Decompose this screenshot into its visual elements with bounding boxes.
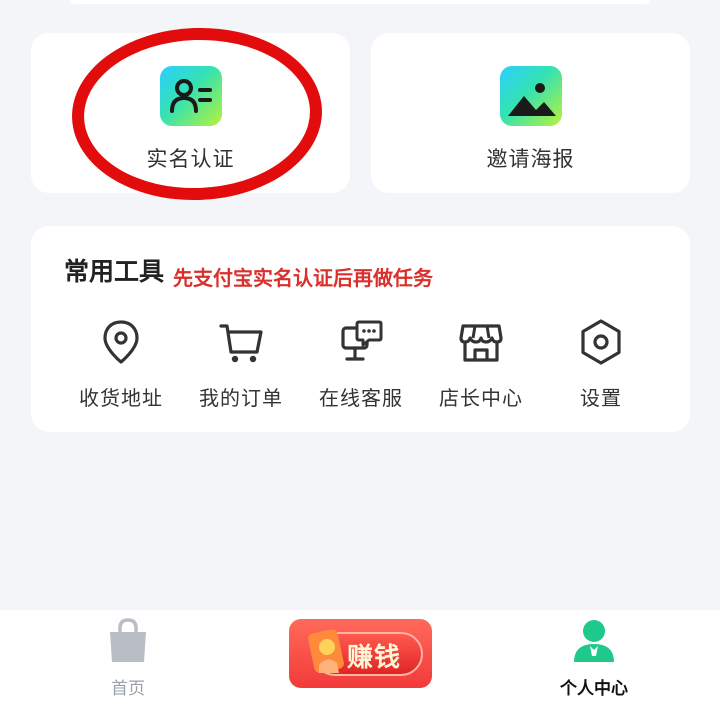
person-icon <box>574 620 614 662</box>
invite-poster-label: 邀请海报 <box>486 147 575 171</box>
earn-label: 赚钱 <box>347 643 402 673</box>
store-icon <box>459 324 503 362</box>
nav-personal-center[interactable]: 个人中心 <box>534 616 654 699</box>
top-card-edge <box>70 0 650 4</box>
invite-poster-card[interactable]: 邀请海报 <box>371 33 690 193</box>
tool-online-service[interactable]: 在线客服 <box>301 318 421 411</box>
chat-monitor-icon <box>341 320 383 361</box>
shopping-cart-icon <box>219 324 263 363</box>
location-pin-icon <box>103 320 139 364</box>
earn-money-button[interactable]: 赚钱 <box>289 619 432 688</box>
tool-label: 在线客服 <box>319 386 403 410</box>
shopping-bag-icon <box>110 618 146 662</box>
tool-store-manager[interactable]: 店长中心 <box>421 318 541 411</box>
tool-label: 设置 <box>580 386 622 410</box>
nav-personal-center-label: 个人中心 <box>560 679 628 699</box>
image-poster-icon <box>499 66 562 126</box>
gear-hex-icon <box>581 319 621 365</box>
tool-label: 我的订单 <box>199 386 283 410</box>
tool-label: 店长中心 <box>439 386 523 410</box>
nav-home-label: 首页 <box>111 679 145 699</box>
tool-settings[interactable]: 设置 <box>541 318 661 411</box>
tool-label: 收货地址 <box>79 386 163 410</box>
annotation-text: 先支付宝实名认证后再做任务 <box>173 266 433 290</box>
tool-my-orders[interactable]: 我的订单 <box>181 318 301 411</box>
nav-home[interactable]: 首页 <box>88 618 168 699</box>
tools-title: 常用工具 <box>64 257 165 286</box>
tool-shipping-address[interactable]: 收货地址 <box>61 318 181 411</box>
red-envelope-icon <box>308 629 344 673</box>
